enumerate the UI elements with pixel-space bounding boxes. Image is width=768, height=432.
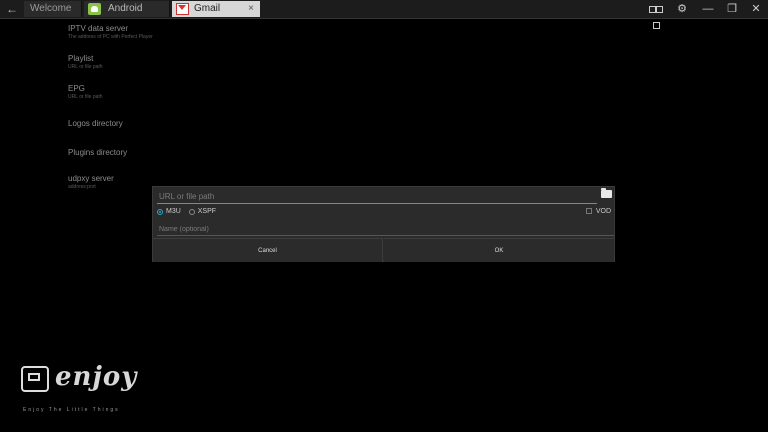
vod-checkbox[interactable] — [585, 208, 592, 215]
gear-icon[interactable]: ⚙ — [674, 1, 690, 17]
tv-logo-icon — [21, 366, 49, 392]
ok-button[interactable]: OK — [384, 238, 614, 262]
setting-plugins-directory[interactable]: Plugins directory — [68, 148, 127, 157]
tab-android[interactable]: Android — [84, 1, 170, 17]
setting-udpxy-server[interactable]: udpxy server address:port — [68, 174, 114, 190]
keyboard-icon[interactable] — [646, 1, 666, 29]
folder-icon[interactable] — [601, 188, 612, 198]
setting-subtitle: The address of PC with Perfect Player — [68, 34, 153, 40]
radio-m3u[interactable] — [157, 208, 163, 215]
android-icon — [88, 3, 101, 15]
name-input[interactable] — [157, 223, 614, 236]
cancel-button[interactable]: Cancel — [153, 238, 383, 262]
setting-title: Plugins directory — [68, 148, 128, 157]
setting-title: Playlist — [68, 54, 94, 63]
setting-title: EPG — [68, 84, 85, 93]
setting-iptv-data-server[interactable]: IPTV data server The address of PC with … — [68, 24, 153, 40]
setting-logos-directory[interactable]: Logos directory — [68, 119, 123, 128]
gmail-icon — [176, 3, 189, 15]
tab-label: Android — [108, 3, 143, 14]
tab-label: Welcome — [30, 3, 72, 14]
vod-option: VOD — [585, 208, 611, 215]
tab-gmail[interactable]: Gmail × — [172, 1, 260, 17]
setting-title: IPTV data server — [68, 24, 129, 33]
radio-m3u-label: M3U — [166, 208, 181, 215]
tab-label: Gmail — [194, 3, 221, 14]
setting-title: udpxy server — [68, 174, 114, 183]
watermark-tagline: Enjoy The Little Things — [23, 407, 120, 413]
minimize-icon[interactable]: — — [700, 1, 716, 17]
watermark-brand: enjoy — [55, 362, 138, 392]
setting-title: Logos directory — [68, 119, 123, 128]
add-playlist-dialog: M3U XSPF VOD Cancel OK — [152, 186, 615, 262]
radio-xspf-label: XSPF — [197, 208, 217, 215]
url-input[interactable] — [157, 189, 597, 204]
setting-subtitle: URL or file path — [68, 64, 103, 70]
setting-subtitle: address:port — [68, 184, 96, 190]
title-bar: ← Welcome Android Gmail × ⚙ — ❐ ✕ — [0, 0, 768, 29]
setting-epg[interactable]: EPG URL or file path — [68, 84, 103, 100]
close-icon[interactable]: ✕ — [748, 1, 764, 17]
format-radio-group: M3U XSPF — [157, 208, 222, 215]
vod-label: VOD — [595, 208, 611, 215]
setting-playlist[interactable]: Playlist URL or file path — [68, 54, 103, 70]
restore-icon[interactable]: ❐ — [724, 1, 740, 17]
tab-close-icon[interactable]: × — [248, 1, 254, 17]
setting-subtitle: URL or file path — [68, 94, 103, 100]
radio-xspf[interactable] — [188, 208, 195, 215]
back-icon[interactable]: ← — [4, 2, 20, 16]
tab-welcome[interactable]: Welcome — [24, 1, 82, 17]
